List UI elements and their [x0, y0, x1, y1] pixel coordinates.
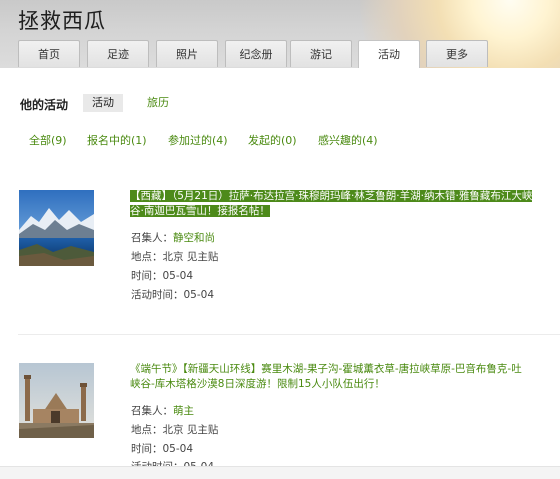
event-time: 时间：05-04: [131, 441, 193, 456]
filter-initiated[interactable]: 发起的(0): [248, 132, 297, 148]
event-location: 地点：北京 见主贴: [131, 249, 218, 264]
time-label: 时间：: [131, 443, 163, 455]
site-header: 拯救西瓜 首页 足迹 照片 纪念册 游记 活动 更多: [0, 0, 560, 68]
event-time: 时间：05-04: [131, 268, 193, 283]
horizontal-scrollbar[interactable]: [0, 466, 560, 479]
tab-more[interactable]: 更多: [426, 40, 488, 67]
tab-footprints[interactable]: 足迹: [87, 40, 149, 67]
event-image[interactable]: [19, 190, 94, 266]
event-organizer: 召集人：萌主: [131, 403, 194, 418]
event-title-link[interactable]: 【西藏】（5月21日）拉萨·布达拉宫·珠穆朗玛峰·林芝鲁朗·羊湖·纳木错·雅鲁藏…: [130, 189, 560, 219]
time-value: 05-04: [162, 443, 194, 455]
organizer-label: 召集人：: [131, 405, 173, 417]
organizer-link[interactable]: 静空和尚: [173, 232, 215, 244]
tab-activities[interactable]: 活动: [358, 40, 420, 68]
event-title-line-2: 谷·南迦巴瓦雪山！接报名帖！: [130, 205, 270, 217]
location-value: 北京 见主贴: [162, 251, 219, 263]
event-title-line-2: 峡谷-库木塔格沙漠8日深度游！限制15人小队伍出行！: [130, 378, 385, 390]
organizer-link[interactable]: 萌主: [173, 405, 194, 417]
tab-home[interactable]: 首页: [18, 40, 80, 67]
filter-participated[interactable]: 参加过的(4): [168, 132, 228, 148]
location-label: 地点：: [131, 251, 163, 263]
location-label: 地点：: [131, 424, 163, 436]
event-organizer: 召集人：静空和尚: [131, 230, 215, 245]
tab-photos[interactable]: 照片: [156, 40, 218, 67]
tab-travelogues[interactable]: 游记: [290, 40, 352, 67]
location-value: 北京 见主贴: [162, 424, 219, 436]
event-location: 地点：北京 见主贴: [131, 422, 218, 437]
filter-all[interactable]: 全部(9): [29, 132, 67, 148]
event-title-line-1: 【西藏】（5月21日）拉萨·布达拉宫·珠穆朗玛峰·林芝鲁朗·羊湖·纳木错·雅鲁藏…: [130, 190, 533, 202]
filter-registering[interactable]: 报名中的(1): [87, 132, 147, 148]
site-title: 拯救西瓜: [18, 9, 106, 33]
subtab-activities[interactable]: 活动: [83, 94, 123, 112]
event-title-link[interactable]: 《端午节》【新疆天山环线】赛里木湖-果子沟-霍城薰衣草-唐拉峡草原-巴音布鲁克-…: [130, 362, 560, 392]
filter-bar: 全部(9) 报名中的(1) 参加过的(4) 发起的(0) 感兴趣的(4): [0, 132, 560, 152]
activity-time-label: 活动时间：: [131, 289, 184, 301]
event-image[interactable]: [19, 363, 94, 438]
activity-time-value: 05-04: [183, 289, 215, 301]
time-value: 05-04: [162, 270, 194, 282]
tab-albums[interactable]: 纪念册: [225, 40, 287, 67]
event-title-line-1: 《端午节》【新疆天山环线】赛里木湖-果子沟-霍城薰衣草-唐拉峡草原-巴音布鲁克-…: [130, 363, 522, 375]
xinjiang-mosque-photo: [19, 363, 94, 438]
filter-interested[interactable]: 感兴趣的(4): [318, 132, 378, 148]
event-activity-time: 活动时间：05-04: [131, 287, 214, 302]
organizer-label: 召集人：: [131, 232, 173, 244]
tibet-mountain-lake-photo: [19, 190, 94, 266]
time-label: 时间：: [131, 270, 163, 282]
event-divider: [18, 334, 560, 335]
section-title: 他的活动: [20, 98, 69, 112]
subtab-travel-history[interactable]: 旅历: [138, 94, 178, 112]
